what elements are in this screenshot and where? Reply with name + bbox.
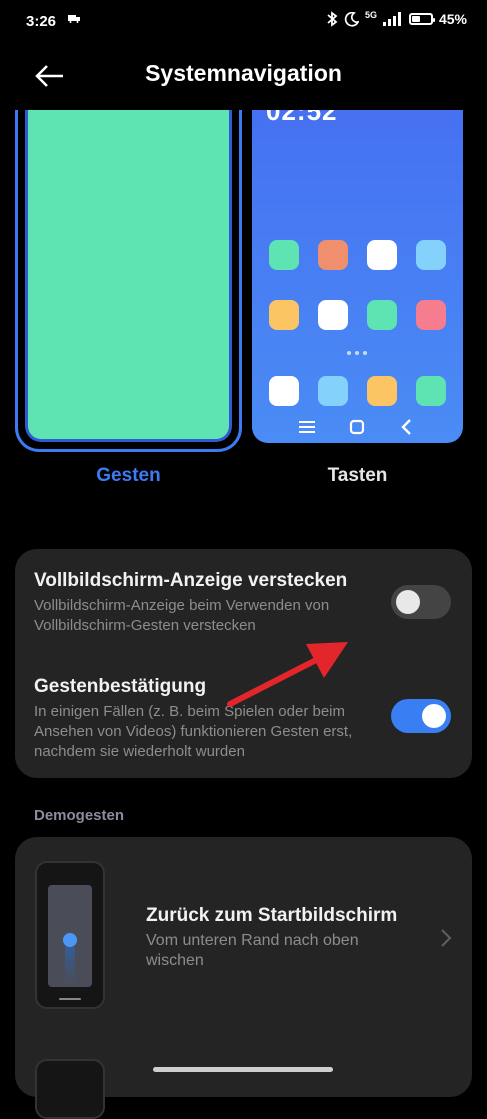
preview-clock: 02:52 <box>266 110 338 126</box>
toggle-knob <box>396 590 420 614</box>
bluetooth-icon <box>327 11 338 27</box>
status-time: 3:26 <box>26 13 57 30</box>
app-icon <box>367 240 397 270</box>
demo-item-title: Zurück zum Startbildschirm <box>146 905 398 926</box>
section-title: Demogesten <box>34 807 125 824</box>
app-icon <box>318 240 348 270</box>
option-tasten[interactable]: Tasten <box>252 465 463 487</box>
app-icon <box>367 376 397 406</box>
hide-indicator-title: Vollbildschirm-Anzeige verstecken <box>34 570 348 591</box>
demo-item-subtitle: Vom unteren Rand nach oben wischen <box>146 932 359 969</box>
battery-fill <box>411 16 421 22</box>
system-icons: 5G 45% <box>326 10 467 27</box>
truck-icon <box>68 15 80 23</box>
app-icon <box>318 300 348 330</box>
battery-icon <box>408 13 435 25</box>
hide-indicator-toggle[interactable] <box>391 585 451 619</box>
gesture-confirm-toggle[interactable] <box>391 699 451 733</box>
demo-card: Zurück zum Startbildschirm Vom unteren R… <box>15 837 472 1119</box>
network-label: 5G <box>364 10 377 20</box>
hide-indicator-subtitle: Vollbildschirm-Anzeige beim Verwenden vo… <box>34 597 330 634</box>
home-square-icon <box>349 419 365 435</box>
app-icon <box>416 300 446 330</box>
app-icon <box>367 300 397 330</box>
app-icon <box>269 300 299 330</box>
moon-icon <box>344 11 359 26</box>
app-icon <box>318 376 348 406</box>
signal-icon <box>382 12 401 26</box>
page-title: Systemnavigation <box>145 60 342 86</box>
app-icon <box>269 376 299 406</box>
gesture-preview[interactable] <box>15 110 242 452</box>
demo-item-home[interactable]: Zurück zum Startbildschirm Vom unteren R… <box>15 837 472 1042</box>
menu-icon <box>299 421 315 433</box>
battery-percent: 45% <box>438 11 467 27</box>
status-bar: 3:26 5G 45% <box>0 0 487 44</box>
buttons-preview[interactable]: 02:52 <box>252 110 463 443</box>
red-arrow-annotation-icon <box>227 642 348 707</box>
home-indicator[interactable] <box>153 1067 333 1072</box>
app-icon <box>416 376 446 406</box>
gesture-confirm-title: Gestenbestätigung <box>34 676 207 697</box>
gesture-preview-screen <box>25 110 232 442</box>
phone-illustration <box>35 1059 105 1119</box>
back-chevron-icon <box>401 419 411 435</box>
chevron-right-icon <box>441 929 452 947</box>
app-icon <box>269 240 299 270</box>
option-gesten[interactable]: Gesten <box>15 465 242 487</box>
app-icon <box>416 240 446 270</box>
toggle-knob <box>422 704 446 728</box>
page-dots <box>347 351 367 355</box>
